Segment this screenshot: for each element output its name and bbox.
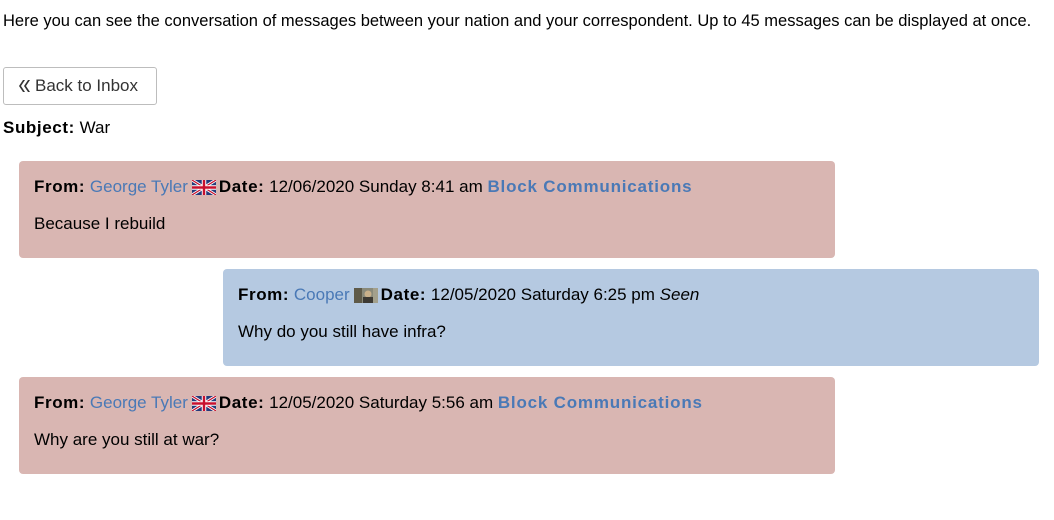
date-label: Date: [380,285,427,304]
subject-label: Subject: [3,118,75,137]
message-conversation-page: Here you can see the conversation of mes… [0,0,1054,520]
message-header: From: Cooper Date: 12/05/2020 Saturday 6… [238,283,1024,310]
message-date: 12/06/2020 Sunday 8:41 am [269,177,483,196]
message-body: Because I rebuild [34,214,166,233]
block-communications-link[interactable]: Block Communications [498,393,703,412]
date-label: Date: [218,393,265,412]
message-item-incoming: From: Cooper Date: 12/05/2020 Saturday 6… [223,269,1039,366]
message-header: From: George Tyler Date: 12/05/2020 Satu… [34,391,820,418]
subject-line: Subject: War [3,118,110,138]
subject-value: War [79,118,111,137]
message-body: Why are you still at war? [34,430,220,449]
intro-text: Here you can see the conversation of mes… [3,12,1032,30]
date-label: Date: [218,177,265,196]
double-chevron-left-icon [17,79,31,93]
from-label: From: [238,285,290,304]
uk-flag-icon [191,178,217,202]
from-label: From: [34,177,86,196]
sender-link[interactable]: George Tyler [90,177,188,196]
seen-status: Seen [659,285,700,304]
from-label: From: [34,393,86,412]
block-communications-link[interactable]: Block Communications [487,177,692,196]
message-header: From: George Tyler Date: 12/06/2020 Sund… [34,175,820,202]
back-to-inbox-button[interactable]: Back to Inbox [3,67,157,105]
message-date: 12/05/2020 Saturday 5:56 am [269,393,494,412]
back-to-inbox-label: Back to Inbox [35,76,139,95]
sender-link[interactable]: Cooper [294,285,350,304]
message-body: Why do you still have infra? [238,322,446,341]
message-item-outgoing: From: George Tyler Date: 12/05/2020 Satu… [19,377,835,474]
message-date: 12/05/2020 Saturday 6:25 pm [430,285,655,304]
nation-flag-icon [353,286,378,310]
sender-link[interactable]: George Tyler [90,393,188,412]
message-item-outgoing: From: George Tyler Date: 12/06/2020 Sund… [19,161,835,258]
uk-flag-icon [191,394,217,418]
